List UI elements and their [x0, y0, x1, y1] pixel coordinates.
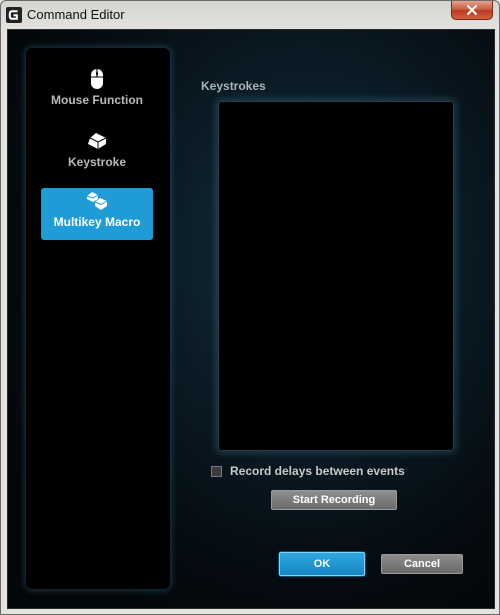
nav-item-label: Mouse Function — [51, 93, 143, 107]
multikey-icon — [86, 192, 108, 210]
nav-item-mouse-function[interactable]: Mouse Function — [41, 66, 153, 118]
keystrokes-list[interactable] — [218, 101, 454, 451]
nav-item-label: Keystroke — [67, 155, 127, 169]
start-recording-button[interactable]: Start Recording — [271, 490, 397, 510]
nav-item-multikey-macro[interactable]: Multikey Macro — [41, 188, 153, 240]
key-icon — [88, 133, 107, 149]
editor-body: Mouse Function Keystroke Multikey Macro — [7, 29, 495, 609]
ok-button[interactable]: OK — [279, 552, 365, 576]
command-type-panel: Mouse Function Keystroke Multikey Macro — [26, 48, 170, 589]
keystrokes-label: Keystrokes — [201, 79, 266, 93]
logitech-g-icon — [6, 7, 22, 23]
close-icon — [467, 5, 477, 15]
nav-item-keystroke[interactable]: Keystroke — [41, 128, 153, 180]
window-title: Command Editor — [27, 7, 125, 22]
mouse-icon — [91, 69, 103, 89]
nav-item-label: Multikey Macro — [53, 215, 141, 229]
command-editor-window: Command Editor Mouse Function Keystroke … — [0, 0, 500, 615]
record-delays-checkbox[interactable] — [211, 465, 222, 477]
record-delays-label: Record delays between events — [230, 464, 405, 478]
record-delays-option[interactable]: Record delays between events — [211, 464, 405, 478]
title-bar[interactable]: Command Editor — [1, 1, 499, 29]
close-button[interactable] — [451, 1, 493, 20]
cancel-button[interactable]: Cancel — [381, 554, 463, 574]
